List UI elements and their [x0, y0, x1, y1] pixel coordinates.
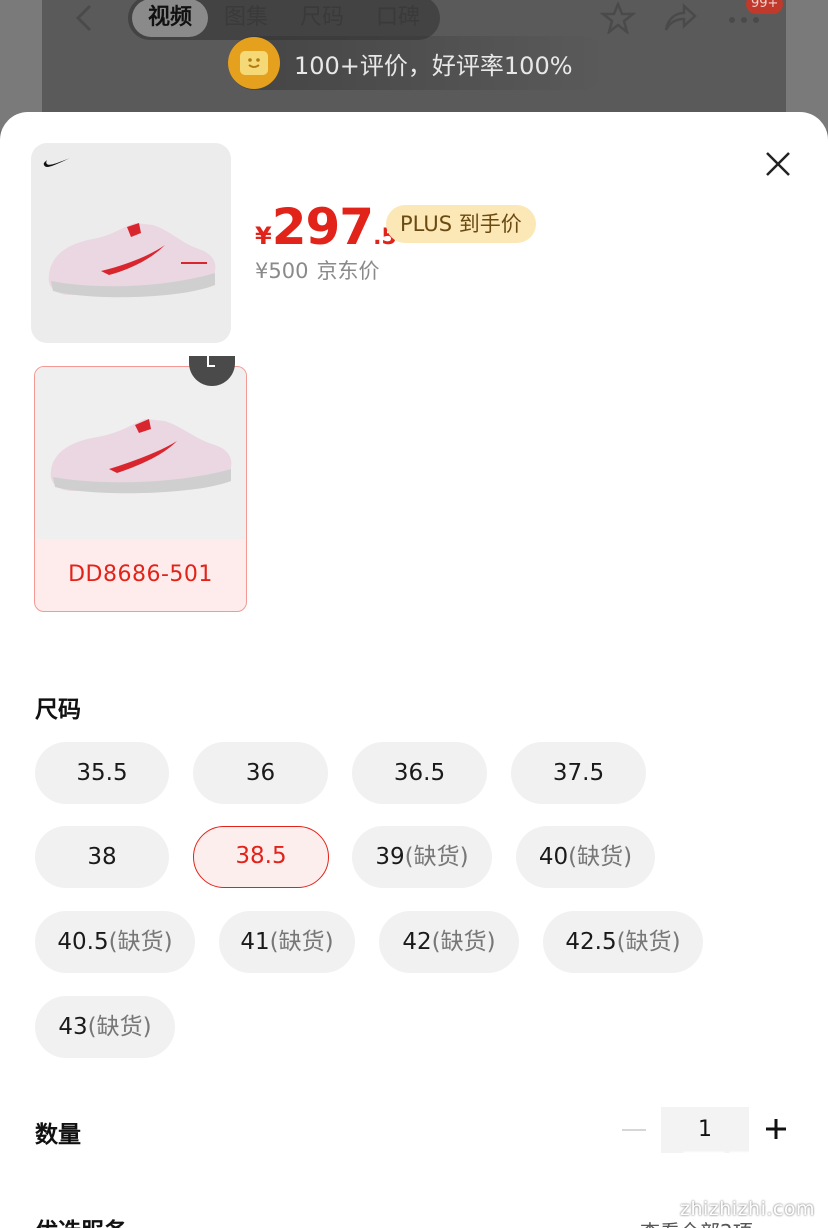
variant-shoe-image — [50, 419, 232, 494]
size-option-40[interactable]: 40(缺货) — [516, 826, 655, 888]
shoe-image — [48, 223, 216, 298]
quantity-minus-icon[interactable] — [622, 1127, 646, 1133]
review-summary: 100+评价，好评率100% — [294, 51, 573, 80]
out-of-stock-label: (缺货) — [616, 929, 681, 955]
top-nav: 视频 图集 尺码 口碑 99+ — [0, 0, 828, 40]
price-integer: 297 — [271, 198, 374, 256]
nike-logo — [43, 158, 70, 167]
size-label: 38 — [87, 844, 117, 870]
size-option-42[interactable]: 42(缺货) — [379, 911, 519, 973]
variant-image — [35, 367, 246, 539]
tab-video[interactable]: 视频 — [132, 0, 208, 37]
review-chat-icon — [228, 37, 280, 89]
quantity-title: 数量 — [35, 1122, 81, 1148]
size-option-42-5[interactable]: 42.5(缺货) — [543, 911, 703, 973]
size-label: 39 — [375, 844, 405, 870]
size-label: 42.5 — [565, 929, 617, 955]
size-section-title: 尺码 — [35, 697, 81, 723]
original-price-label: 京东价 — [316, 259, 380, 283]
size-label: 43 — [58, 1014, 88, 1040]
size-label: 40 — [538, 844, 569, 870]
original-price: ¥500 京东价 — [255, 255, 379, 285]
out-of-stock-label: (缺货) — [404, 844, 469, 870]
star-icon[interactable] — [600, 2, 636, 34]
tab-size[interactable]: 尺码 — [284, 0, 360, 37]
sku-selector-sheet: ¥ 297 .5 PLUS 到手价 ¥500 京东价 DD8686-501 尺码 … — [0, 112, 828, 1228]
size-option-38-5[interactable]: 38.5 — [193, 826, 329, 888]
out-of-stock-label: (缺货) — [568, 844, 633, 870]
size-label: 42 — [402, 929, 432, 955]
out-of-stock-label: (缺货) — [108, 929, 173, 955]
variant-label: DD8686-501 — [68, 562, 213, 587]
size-option-37-5[interactable]: 37.5 — [511, 742, 646, 804]
size-option-39[interactable]: 39(缺货) — [352, 826, 492, 888]
out-of-stock-label: (缺货) — [87, 1014, 152, 1040]
tab-reviews[interactable]: 口碑 — [360, 0, 436, 37]
color-variant-option[interactable]: DD8686-501 — [34, 366, 247, 612]
size-option-40-5[interactable]: 40.5(缺货) — [35, 911, 195, 973]
size-option-43[interactable]: 43(缺货) — [35, 996, 175, 1058]
size-label: 41 — [240, 929, 270, 955]
review-banner[interactable]: 100+评价，好评率100% — [228, 36, 608, 90]
price: ¥ 297 .5 — [255, 198, 397, 256]
product-thumbnail[interactable] — [31, 143, 231, 343]
watermark-text: zhizhizhi.com — [680, 1198, 816, 1220]
size-label: 37.5 — [552, 760, 605, 786]
size-option-36-5[interactable]: 36.5 — [352, 742, 487, 804]
size-option-36[interactable]: 36 — [193, 742, 328, 804]
size-option-38[interactable]: 38 — [35, 826, 169, 888]
share-icon[interactable] — [662, 2, 698, 34]
quantity-plus-icon[interactable] — [764, 1117, 788, 1141]
original-price-value: ¥500 — [255, 259, 309, 283]
plus-price-tag: PLUS 到手价 — [386, 205, 536, 243]
size-label: 36 — [245, 760, 276, 786]
close-icon[interactable] — [762, 148, 794, 180]
size-label: 36.5 — [393, 760, 446, 786]
services-title: 优选服务 — [35, 1212, 127, 1228]
media-tabs: 视频 图集 尺码 口碑 — [128, 0, 440, 40]
size-option-41[interactable]: 41(缺货) — [219, 911, 355, 973]
tab-gallery[interactable]: 图集 — [208, 0, 284, 37]
back-icon[interactable] — [66, 2, 102, 34]
message-badge: 99+ — [746, 0, 784, 14]
out-of-stock-label: (缺货) — [269, 929, 334, 955]
currency-symbol: ¥ — [255, 222, 272, 250]
size-label: 35.5 — [76, 760, 128, 786]
size-label: 40.5 — [57, 929, 109, 955]
out-of-stock-label: (缺货) — [431, 929, 496, 955]
size-label: 38.5 — [235, 843, 287, 869]
size-option-35-5[interactable]: 35.5 — [35, 742, 169, 804]
